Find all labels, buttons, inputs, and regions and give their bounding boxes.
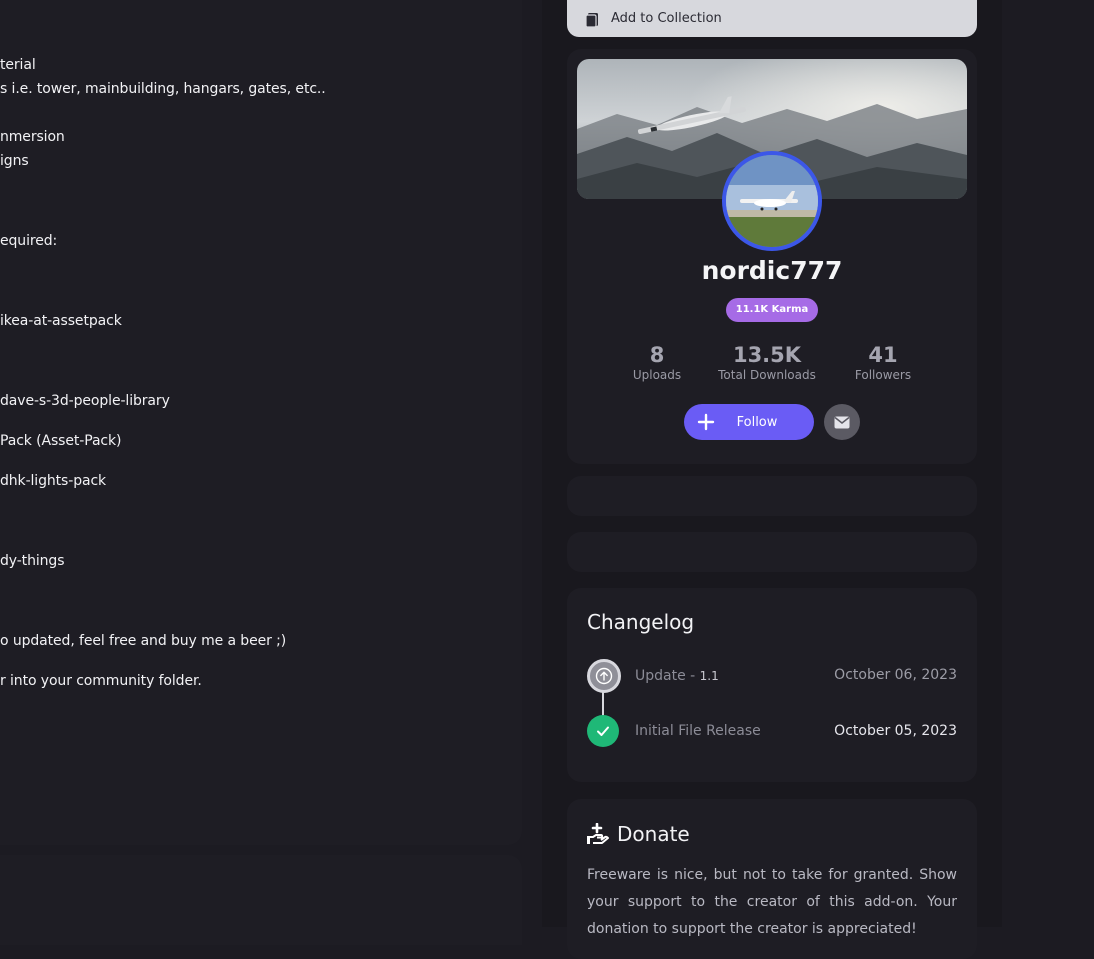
envelope-icon (834, 416, 850, 428)
changelog-release-marker (587, 715, 619, 747)
arrow-up-icon (595, 667, 613, 685)
description-link[interactable]: dy-things (0, 553, 64, 569)
message-button[interactable] (824, 404, 860, 440)
changelog-date: October 06, 2023 (834, 667, 957, 683)
changelog-title: Changelog (587, 610, 695, 634)
add-to-collection-button[interactable]: Add to Collection (567, 0, 977, 37)
follow-label: Follow (736, 414, 778, 430)
avatar[interactable] (722, 151, 822, 251)
description-line: igns (0, 153, 29, 169)
changelog-entry-text: Update - (635, 668, 700, 684)
stat-label: Total Downloads (718, 368, 816, 382)
description-line: equired: (0, 233, 58, 249)
stat-label: Uploads (632, 368, 682, 382)
add-to-collection-label: Add to Collection (611, 11, 722, 26)
changelog-version: 1.1 (699, 669, 719, 683)
description-line: r into your community folder. (0, 673, 202, 689)
changelog-card: Changelog Update - 1.1 October 06, 2023 … (567, 588, 977, 782)
plus-icon (697, 413, 715, 431)
description-line: terial (0, 57, 36, 73)
description-link[interactable]: dave-s-3d-people-library (0, 393, 170, 409)
description-line: nmersion (0, 129, 65, 145)
follow-button[interactable]: Follow (684, 404, 814, 440)
clipboard-icon (585, 12, 598, 27)
description-link[interactable]: ikea-at-assetpack (0, 313, 122, 329)
description-line: o updated, feel free and buy me a beer ;… (0, 633, 287, 649)
donate-description: Freeware is nice, but not to take for gr… (587, 867, 957, 937)
description-line: s i.e. tower, mainbuilding, hangars, gat… (0, 81, 326, 97)
empty-widget-card (567, 532, 977, 572)
description-link[interactable]: dhk-lights-pack (0, 473, 106, 489)
karma-badge: 11.1K Karma (726, 298, 818, 322)
timeline-connector (602, 690, 604, 716)
donate-heading: Donate (587, 822, 690, 846)
stat-total-downloads: 13.5K Total Downloads (712, 343, 822, 382)
stat-value: 13.5K (732, 343, 802, 367)
comments-panel (0, 855, 522, 945)
description-panel: terial s i.e. tower, mainbuilding, hanga… (0, 0, 522, 845)
donate-title: Donate (617, 822, 690, 846)
stat-uploads: 8 Uploads (617, 343, 697, 382)
changelog-entry-label[interactable]: Update - 1.1 (635, 668, 719, 684)
changelog-date: October 05, 2023 (834, 723, 957, 739)
changelog-entry-label[interactable]: Initial File Release (635, 723, 761, 739)
creator-profile-card: nordic777 11.1K Karma 8 Uploads 13.5K To… (567, 49, 977, 464)
description-line: Pack (Asset-Pack) (0, 433, 122, 449)
stat-value: 8 (649, 343, 665, 367)
stat-value: 41 (868, 343, 898, 367)
avatar-image (726, 155, 818, 247)
empty-widget-card (567, 476, 977, 516)
stat-followers: 41 Followers (843, 343, 923, 382)
changelog-update-marker (587, 659, 621, 693)
check-icon (597, 726, 609, 736)
creator-username[interactable]: nordic777 (567, 256, 977, 285)
stat-label: Followers (854, 368, 912, 382)
donate-card: Donate Freeware is nice, but not to take… (567, 799, 977, 959)
hand-donate-icon (587, 823, 609, 844)
